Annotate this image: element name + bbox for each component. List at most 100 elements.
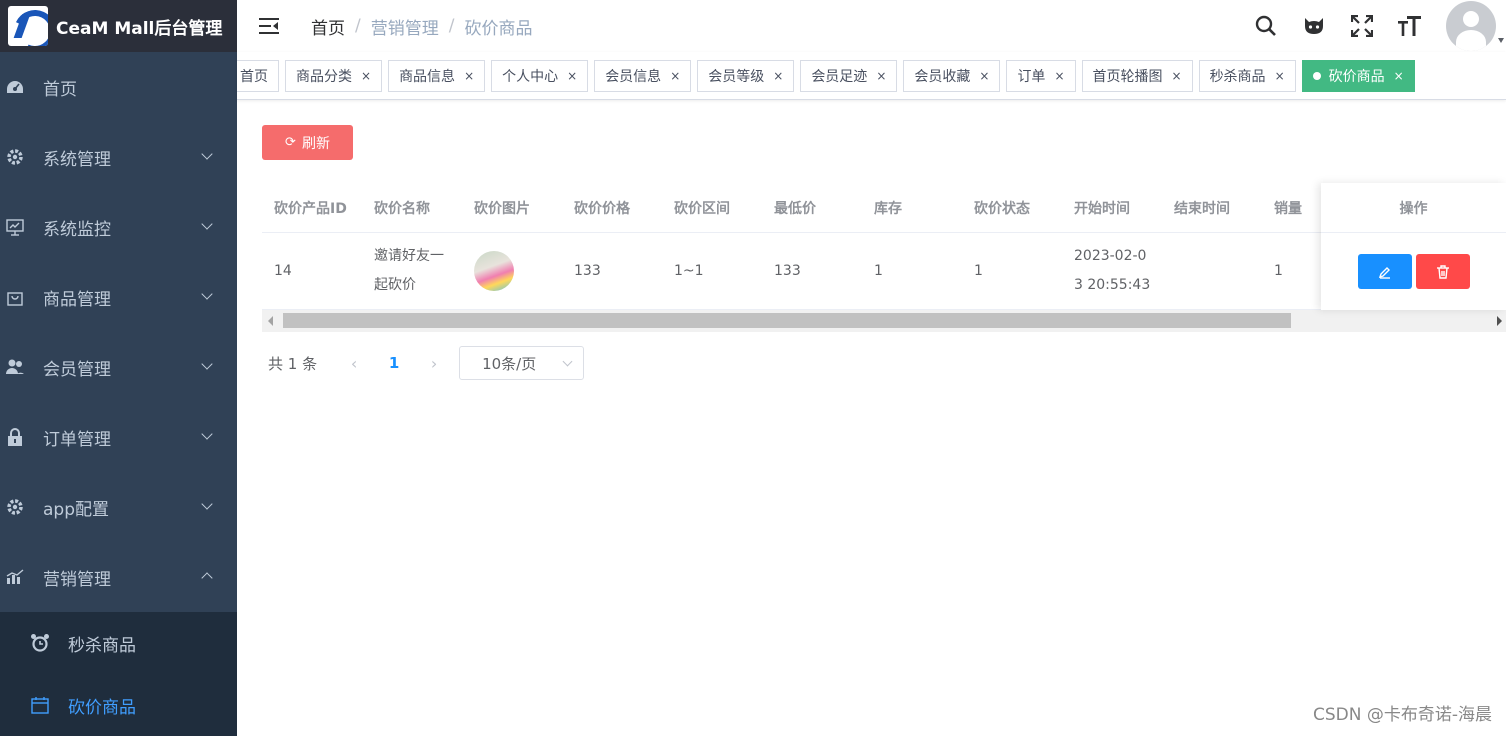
close-icon[interactable]: × — [464, 69, 474, 83]
submenu-item-label: 秒杀商品 — [68, 635, 136, 656]
gear-icon — [6, 498, 24, 516]
submenu: 秒杀商品砍价商品 — [0, 612, 237, 736]
tag-label: 会员信息 — [605, 68, 662, 85]
scroll-left-arrow-icon[interactable] — [268, 316, 273, 326]
breadcrumb: 首页 / 营销管理 / 砍价商品 — [311, 14, 532, 39]
tag-label: 会员等级 — [708, 68, 765, 85]
tag-item[interactable]: 会员等级 × — [697, 59, 795, 92]
page-size-select[interactable]: 10条/页 — [459, 346, 585, 380]
cell-start-time-line2: 3 20:55:43 — [1074, 277, 1151, 293]
column-header: 结束时间 — [1174, 200, 1230, 217]
fullscreen-icon[interactable] — [1350, 14, 1374, 38]
close-icon[interactable]: × — [876, 69, 886, 83]
horizontal-scrollbar[interactable] — [262, 310, 1506, 332]
close-icon[interactable]: × — [773, 69, 783, 83]
chevron-down-icon — [201, 288, 213, 300]
sidebar-item[interactable]: 营销管理 — [0, 542, 237, 612]
product-thumbnail[interactable] — [474, 251, 514, 291]
breadcrumb-marketing: 营销管理 — [370, 18, 439, 39]
cell-id: 14 — [274, 262, 292, 279]
sidebar-item[interactable]: 系统管理 — [0, 122, 237, 192]
edit-button[interactable] — [1358, 254, 1412, 289]
close-icon[interactable]: × — [1275, 69, 1285, 83]
close-icon[interactable]: × — [1054, 69, 1064, 83]
tag-item[interactable]: 商品信息 × — [388, 59, 486, 92]
tag-label: 秒杀商品 — [1209, 68, 1266, 85]
submenu-item[interactable]: 砍价商品 — [0, 674, 237, 736]
page-number[interactable]: 1 — [369, 354, 419, 372]
tag-item[interactable]: 首页轮播图 × — [1081, 59, 1193, 92]
tag-item[interactable]: 秒杀商品 × — [1198, 59, 1296, 92]
column-header: 库存 — [874, 200, 902, 217]
scroll-right-arrow-icon[interactable] — [1497, 316, 1502, 326]
tag-label: 会员收藏 — [914, 68, 971, 85]
shopping-bag-icon — [6, 288, 24, 306]
close-icon[interactable]: × — [361, 69, 371, 83]
sidebar-item-label: 营销管理 — [43, 569, 111, 590]
close-icon[interactable]: × — [1394, 69, 1404, 83]
caret-down-icon[interactable] — [1498, 38, 1504, 43]
operation-cell — [1321, 233, 1506, 310]
refresh-button[interactable]: ⟳ 刷新 — [262, 125, 353, 160]
sidebar-item-label: 商品管理 — [43, 289, 111, 310]
logo[interactable]: CeaM Mall后台管理 — [0, 0, 237, 52]
pagination: 共 1 条 ‹ 1 › 10条/页 — [262, 346, 1481, 380]
sidebar-item-label: 系统管理 — [43, 149, 111, 170]
edit-icon — [1378, 266, 1390, 279]
sidebar-item-label: 订单管理 — [43, 429, 111, 450]
column-header: 砍价区间 — [674, 200, 730, 217]
column-header: 砍价价格 — [574, 200, 630, 217]
close-icon[interactable]: × — [979, 69, 989, 83]
prev-page-icon[interactable]: ‹ — [339, 354, 369, 373]
hamburger-icon[interactable] — [259, 18, 279, 34]
table-row: 14 邀请好友一 起砍价 133 1~1 133 1 1 2023-02-0 3… — [262, 233, 1506, 310]
column-header: 砍价产品ID — [274, 200, 347, 217]
sidebar-item[interactable]: app配置 — [0, 472, 237, 542]
app-title: CeaM Mall后台管理 — [56, 18, 223, 39]
tag-item[interactable]: 砍价商品 × — [1301, 59, 1415, 92]
close-icon[interactable]: × — [670, 69, 680, 83]
tag-item[interactable]: 首页 — [237, 59, 279, 92]
tag-item[interactable]: 商品分类 × — [285, 59, 383, 92]
delete-button[interactable] — [1416, 254, 1470, 289]
tag-item[interactable]: 会员足迹 × — [800, 59, 898, 92]
search-icon[interactable] — [1254, 14, 1278, 38]
tag-item[interactable]: 订单 × — [1006, 59, 1076, 92]
sidebar-item[interactable]: 商品管理 — [0, 262, 237, 332]
tag-item[interactable]: 个人中心 × — [491, 59, 589, 92]
sidebar: CeaM Mall后台管理 首页系统管理系统监控商品管理会员管理订单管理 app配… — [0, 0, 237, 736]
main-area: 首页 / 营销管理 / 砍价商品 首页 商品分类 × 商品信息 × 个人中心 × 会员信息 × 会… — [237, 0, 1506, 731]
tag-item[interactable]: 会员收藏 × — [903, 59, 1001, 92]
tag-label: 个人中心 — [502, 68, 559, 85]
chevron-down-icon — [562, 356, 573, 367]
sidebar-item[interactable]: 订单管理 — [0, 402, 237, 472]
avatar[interactable] — [1446, 1, 1496, 51]
submenu-item[interactable]: 秒杀商品 — [0, 612, 237, 674]
tag-item[interactable]: 会员信息 × — [594, 59, 692, 92]
pagination-total: 共 1 条 — [268, 354, 318, 373]
navbar: 首页 / 营销管理 / 砍价商品 — [237, 0, 1506, 52]
tag-label: 首页轮播图 — [1092, 68, 1163, 85]
font-size-icon[interactable] — [1398, 14, 1422, 38]
sidebar-item[interactable]: 系统监控 — [0, 192, 237, 262]
close-icon[interactable]: × — [1172, 69, 1182, 83]
cell-stock: 1 — [874, 262, 883, 279]
breadcrumb-separator: / — [355, 16, 361, 36]
column-header: 砍价状态 — [974, 200, 1030, 217]
close-icon[interactable]: × — [567, 69, 577, 83]
users-icon — [6, 358, 24, 376]
github-icon[interactable] — [1302, 14, 1326, 38]
scrollbar-thumb[interactable] — [283, 313, 1291, 328]
operation-column: 操作 — [1321, 183, 1506, 310]
cell-min-price: 133 — [774, 262, 801, 279]
dashboard-icon — [6, 78, 24, 96]
next-page-icon[interactable]: › — [419, 354, 449, 373]
breadcrumb-home[interactable]: 首页 — [311, 14, 345, 39]
sidebar-item[interactable]: 会员管理 — [0, 332, 237, 402]
sidebar-item-label: 系统监控 — [43, 219, 111, 240]
chevron-down-icon — [201, 218, 213, 230]
logo-icon — [8, 6, 48, 46]
tag-label: 会员足迹 — [811, 68, 868, 85]
cell-start-time-line1: 2023-02-0 — [1074, 248, 1147, 264]
sidebar-item[interactable]: 首页 — [0, 52, 237, 122]
